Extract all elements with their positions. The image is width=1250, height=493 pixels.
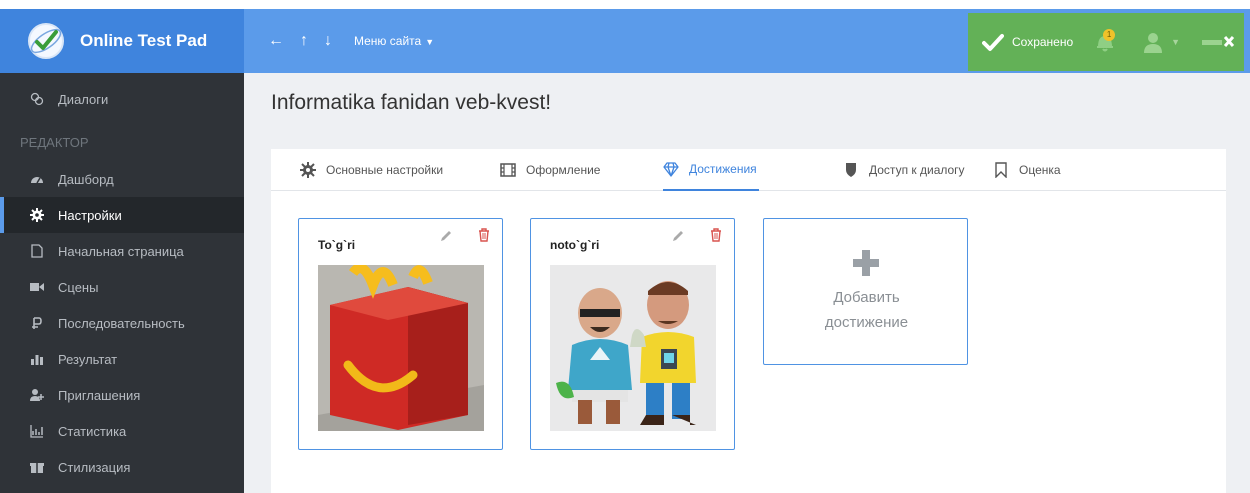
pencil-icon[interactable] [439,229,453,243]
bell-icon[interactable]: 1 [1095,29,1116,53]
toy-figures-photo [550,265,716,431]
sequence-icon [30,316,44,330]
film-icon [500,163,516,177]
site-menu-dropdown[interactable]: Меню сайта ▼ [354,34,434,48]
achievement-name: noto`g`ri [550,238,600,252]
dialogs-icon [30,92,44,106]
sidebar-item-label: Диалоги [58,91,109,107]
sidebar-item-label: Настройки [58,207,122,223]
style-icon [30,460,44,474]
sidebar-item-dialogs[interactable]: Диалоги [0,81,244,117]
achievement-name: To`g`ri [318,238,356,252]
brand[interactable]: Online Test Pad [0,9,244,73]
sidebar: Диалоги РЕДАКТОР Дашборд Настройки Начал… [0,73,244,493]
tab-label: Оценка [1019,163,1061,177]
invite-icon [30,388,44,402]
checkmark-icon [982,34,1004,51]
saved-status: Сохранено [1012,35,1074,49]
sidebar-item-scenes[interactable]: Сцены [0,269,244,305]
add-achievement-label: Добавить достижение [824,289,909,331]
chevron-down-icon: ▼ [425,37,435,47]
tab-label: Достижения [689,162,757,176]
up-arrow-icon[interactable]: ↑ [300,32,308,50]
logo-icon [28,23,64,59]
user-icon[interactable] [1141,30,1165,54]
plus-icon [853,250,879,276]
page-title: Informatika fanidan veb-kvest! [271,91,552,114]
nav-arrows: ← ↑ ↓ Меню сайта ▼ [268,9,434,73]
site-menu-label: Меню сайта [354,34,422,48]
diamond-icon [663,162,679,177]
sidebar-item-statistics[interactable]: Статистика [0,413,244,449]
main-content: Informatika fanidan veb-kvest! Основные … [244,73,1250,493]
trash-icon[interactable] [710,228,722,242]
sidebar-item-label: Сцены [58,279,99,295]
top-header: Online Test Pad ← ↑ ↓ Меню сайта ▼ Сохран… [0,9,1250,73]
gear-icon [300,162,316,178]
gear-icon [30,208,44,222]
sidebar-item-start-page[interactable]: Начальная страница [0,233,244,269]
achievement-card[interactable]: To`g`ri [298,218,503,450]
tab-achievements[interactable]: Достижения [663,149,759,191]
tab-bar: Основные настройки Оформление Достижения… [271,149,1226,191]
tab-label: Оформление [526,163,601,177]
sidebar-item-label: Начальная страница [58,243,184,259]
page-icon [30,244,44,258]
tab-label: Основные настройки [326,163,444,177]
shield-icon [846,163,856,177]
sidebar-item-label: Приглашения [58,387,141,403]
red-box-photo [318,265,484,431]
sidebar-item-result[interactable]: Результат [0,341,244,377]
bar-chart-icon [30,352,44,366]
brand-title: Online Test Pad [80,31,208,50]
back-arrow-icon[interactable]: ← [268,32,284,50]
tab-label: Доступ к диалогу [869,163,965,177]
sidebar-item-dashboard[interactable]: Дашборд [0,161,244,197]
sidebar-item-label: Статистика [58,423,127,439]
tab-main-settings[interactable]: Основные настройки [300,149,443,191]
user-chevron-down-icon[interactable]: ▼ [1171,37,1180,47]
close-editor-icon[interactable] [1202,32,1236,52]
statistics-icon [30,424,44,438]
dashboard-icon [30,172,44,186]
sidebar-item-sequence[interactable]: Последовательность [0,305,244,341]
sidebar-item-label: Результат [58,351,118,367]
tab-dialog-access[interactable]: Доступ к диалогу [843,149,965,191]
sidebar-item-invitations[interactable]: Приглашения [0,377,244,413]
sidebar-section-editor: РЕДАКТОР [20,135,89,150]
sidebar-item-label: Стилизация [58,459,131,475]
pencil-icon[interactable] [671,229,685,243]
sidebar-item-label: Дашборд [58,171,114,187]
achievement-card[interactable]: noto`g`ri [530,218,735,450]
save-status-bar: Сохранено 1 ▼ [968,13,1244,71]
add-achievement-button[interactable]: Добавить достижение [763,218,968,365]
video-icon [30,280,44,294]
sidebar-item-settings[interactable]: Настройки [0,197,244,233]
trash-icon[interactable] [478,228,490,242]
settings-panel: Основные настройки Оформление Достижения… [271,149,1226,493]
sidebar-item-styling[interactable]: Стилизация [0,449,244,485]
tab-rating[interactable]: Оценка [993,149,1061,191]
bookmark-icon [995,162,1007,178]
down-arrow-icon[interactable]: ↓ [324,32,332,50]
tab-design[interactable]: Оформление [500,149,600,191]
sidebar-item-label: Последовательность [58,315,185,331]
